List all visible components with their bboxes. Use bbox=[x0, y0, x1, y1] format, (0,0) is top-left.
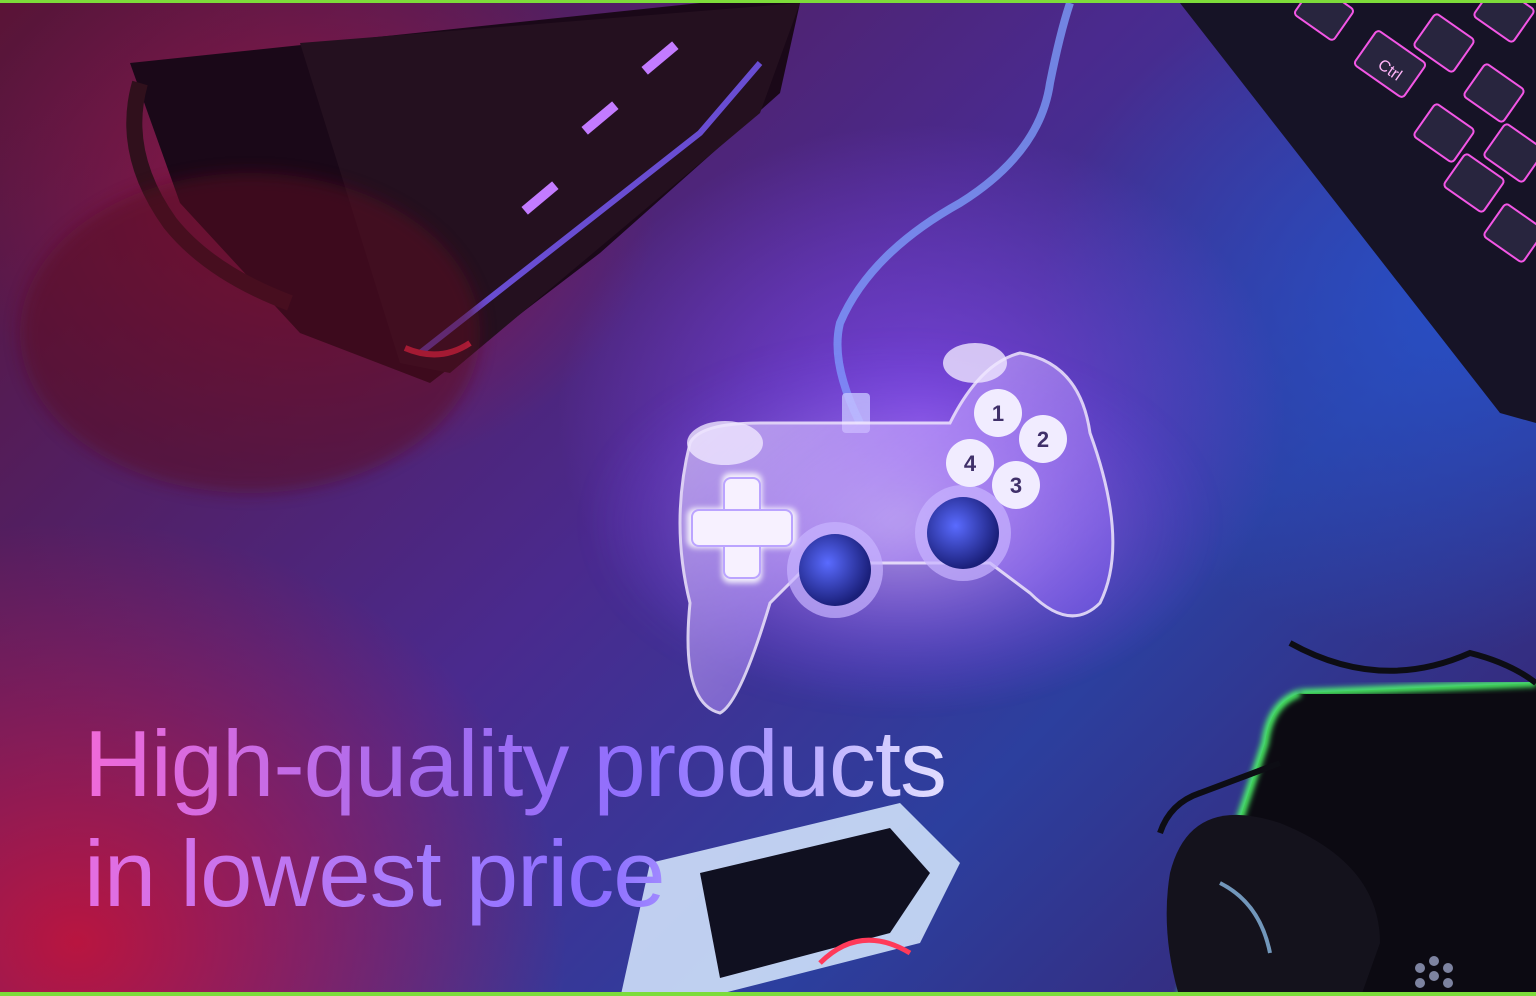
gamepad-icon: 1 2 3 4 bbox=[580, 333, 1220, 715]
face-button-1: 1 bbox=[992, 401, 1004, 426]
hero-headline: High-quality products in lowest price bbox=[84, 709, 1234, 929]
face-button-2: 2 bbox=[1037, 427, 1049, 452]
face-button-4: 4 bbox=[964, 451, 977, 476]
hero-banner: Ctrl 1 2 3 4 High-quality products in lo… bbox=[0, 0, 1536, 996]
keyboard-icon: Ctrl bbox=[1180, 3, 1536, 423]
headline-line-2: in lowest price bbox=[84, 819, 1234, 929]
face-button-3: 3 bbox=[1010, 473, 1022, 498]
headline-line-1: High-quality products bbox=[84, 709, 1234, 819]
